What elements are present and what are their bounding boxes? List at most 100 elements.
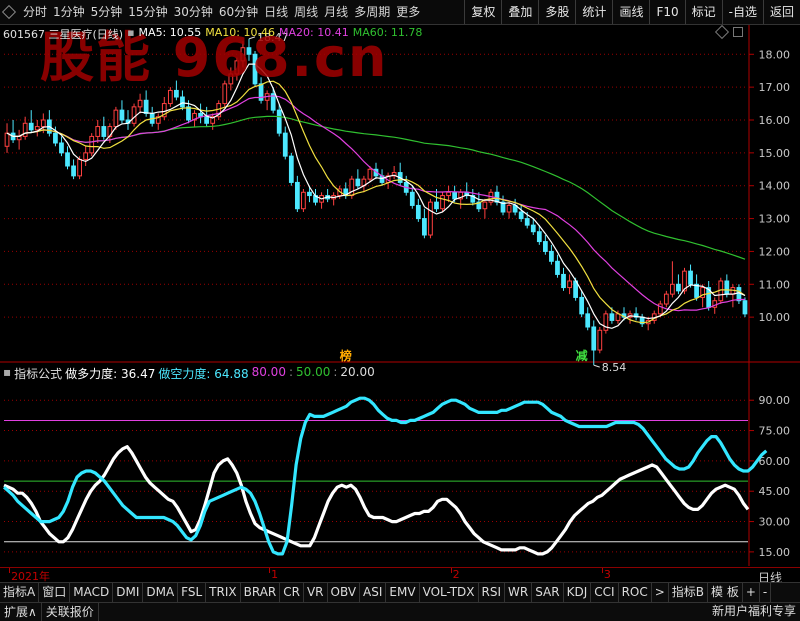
indicator-tab-4[interactable]: DMA (143, 583, 179, 602)
ma5-label: MA5: 10.55 (138, 26, 202, 39)
ma10-label: MA10: 10.46 (205, 26, 275, 39)
candle-body (518, 211, 524, 220)
candle-body (65, 152, 70, 167)
candle-body (367, 168, 373, 180)
indicator-tab-23[interactable]: + (743, 583, 760, 602)
indicator-tab-17[interactable]: KDJ (564, 583, 592, 602)
indicator-tab-15[interactable]: WR (505, 583, 533, 602)
sep: : (288, 365, 293, 379)
status-item-1[interactable]: 关联报价 (42, 603, 99, 621)
date-tick (269, 568, 271, 573)
ind-tick-label: 30.00 (759, 516, 791, 529)
candle-body (434, 201, 439, 210)
ind-tick-label: 45.00 (759, 485, 791, 498)
maximize-icon[interactable] (733, 27, 743, 37)
date-axis: 日线 2021年1234 (0, 567, 800, 585)
candle-body (742, 300, 748, 315)
indicator-tab-5[interactable]: FSL (178, 583, 207, 602)
candle-body (167, 89, 173, 105)
indicator-tab-6[interactable]: TRIX (206, 583, 241, 602)
indicator-tab-16[interactable]: SAR (532, 583, 564, 602)
dropdown-icon[interactable]: ▪ (3, 365, 11, 382)
candle-body (34, 126, 40, 131)
indicator-tab-3[interactable]: DMI (113, 583, 144, 602)
date-tick-label: 2 (452, 568, 460, 581)
indicator-tab-10[interactable]: OBV (328, 583, 361, 602)
candle-body (180, 96, 185, 108)
indicator-tab-20[interactable]: > (652, 583, 669, 602)
indicator-name[interactable]: 指标公式 (14, 365, 62, 382)
candle-body (355, 178, 361, 187)
indicator-tab-19[interactable]: ROC (619, 583, 652, 602)
ma5-line (6, 63, 746, 329)
candle-body (724, 280, 730, 295)
short-force-line (2, 396, 768, 556)
indicator-tab-14[interactable]: RSI (479, 583, 506, 602)
candle-body (294, 181, 300, 210)
candle-body (736, 287, 742, 302)
price-tick-label: 15.00 (759, 147, 791, 160)
date-tick-label: 3 (603, 568, 611, 581)
long-force-line (3, 445, 750, 556)
candle-body (349, 178, 355, 197)
candle-body (276, 109, 282, 134)
candle-body (131, 106, 137, 124)
indicator-tab-18[interactable]: CCI (591, 583, 619, 602)
candle-body (409, 191, 415, 206)
candle-body (579, 296, 585, 315)
candle-body (301, 191, 306, 210)
candle-body (137, 99, 143, 108)
indicator-tab-0[interactable]: 指标A (0, 583, 40, 602)
candle-body (415, 204, 421, 220)
ind-tick-label: 90.00 (759, 394, 791, 407)
low-arrow (593, 364, 600, 368)
short-force-label: 做空力度: 64.88 (158, 367, 249, 381)
indicator-tab-13[interactable]: VOL-TDX (420, 583, 479, 602)
candle-body (71, 165, 76, 177)
candle-body (663, 293, 669, 305)
watermark: 股能 968.cn (40, 26, 389, 89)
ma-info-line: 601567 三星医疗(日线) ▪ MA5: 10.55 MA10: 10.46… (3, 26, 422, 41)
candle-body (446, 191, 451, 197)
candle-body (83, 152, 89, 160)
indicator-tab-11[interactable]: ASI (360, 583, 387, 602)
candle-body (59, 142, 64, 154)
price-tick-label: 10.00 (759, 311, 791, 324)
indicator-tab-21[interactable]: 指标B (669, 583, 709, 602)
candle-body (307, 191, 312, 197)
candle-body (482, 201, 488, 210)
level-50-label: 50.00 (296, 365, 331, 379)
indicator-tab-9[interactable]: VR (304, 583, 328, 602)
candle-body (113, 109, 119, 128)
price-tick-label: 14.00 (759, 180, 791, 193)
candle-body (101, 126, 107, 137)
indicator-tab-1[interactable]: 窗口 (39, 583, 71, 602)
ind-tick-label: 15.00 (759, 546, 791, 559)
low-label: 8.54 (602, 361, 627, 374)
sep: : (333, 365, 338, 379)
diamond-icon[interactable] (714, 24, 730, 40)
indicator-tab-24[interactable]: - (760, 583, 772, 602)
candle-body (204, 116, 210, 124)
candle-body (555, 260, 560, 275)
candle-body (542, 241, 548, 252)
status-item-0[interactable]: 扩展∧ (0, 603, 42, 621)
indicator-tab-8[interactable]: CR (280, 583, 304, 602)
candle-body (591, 326, 597, 351)
candle-body (186, 106, 191, 121)
dropdown-icon[interactable]: ▪ (127, 26, 134, 40)
candle-body (422, 218, 427, 236)
candle-body (688, 270, 693, 285)
indicator-tabs: 指标A 窗口 MACD DMI DMA FSL TRIX BRAR CR VR OBV ASI EMV V… (0, 582, 800, 602)
promo-link[interactable]: 新用户福利专享 (712, 602, 796, 620)
indicator-tab-7[interactable]: BRAR (241, 583, 281, 602)
indicator-tab-22[interactable]: 模 板 (708, 583, 743, 602)
indicator-tab-12[interactable]: EMV (386, 583, 420, 602)
indicator-tab-2[interactable]: MACD (70, 583, 114, 602)
candle-body (28, 122, 34, 131)
candle-body (567, 280, 572, 289)
candle-body (428, 201, 433, 236)
price-tick-label: 17.00 (759, 81, 791, 94)
candle-body (40, 119, 46, 128)
candle-body (536, 231, 542, 243)
